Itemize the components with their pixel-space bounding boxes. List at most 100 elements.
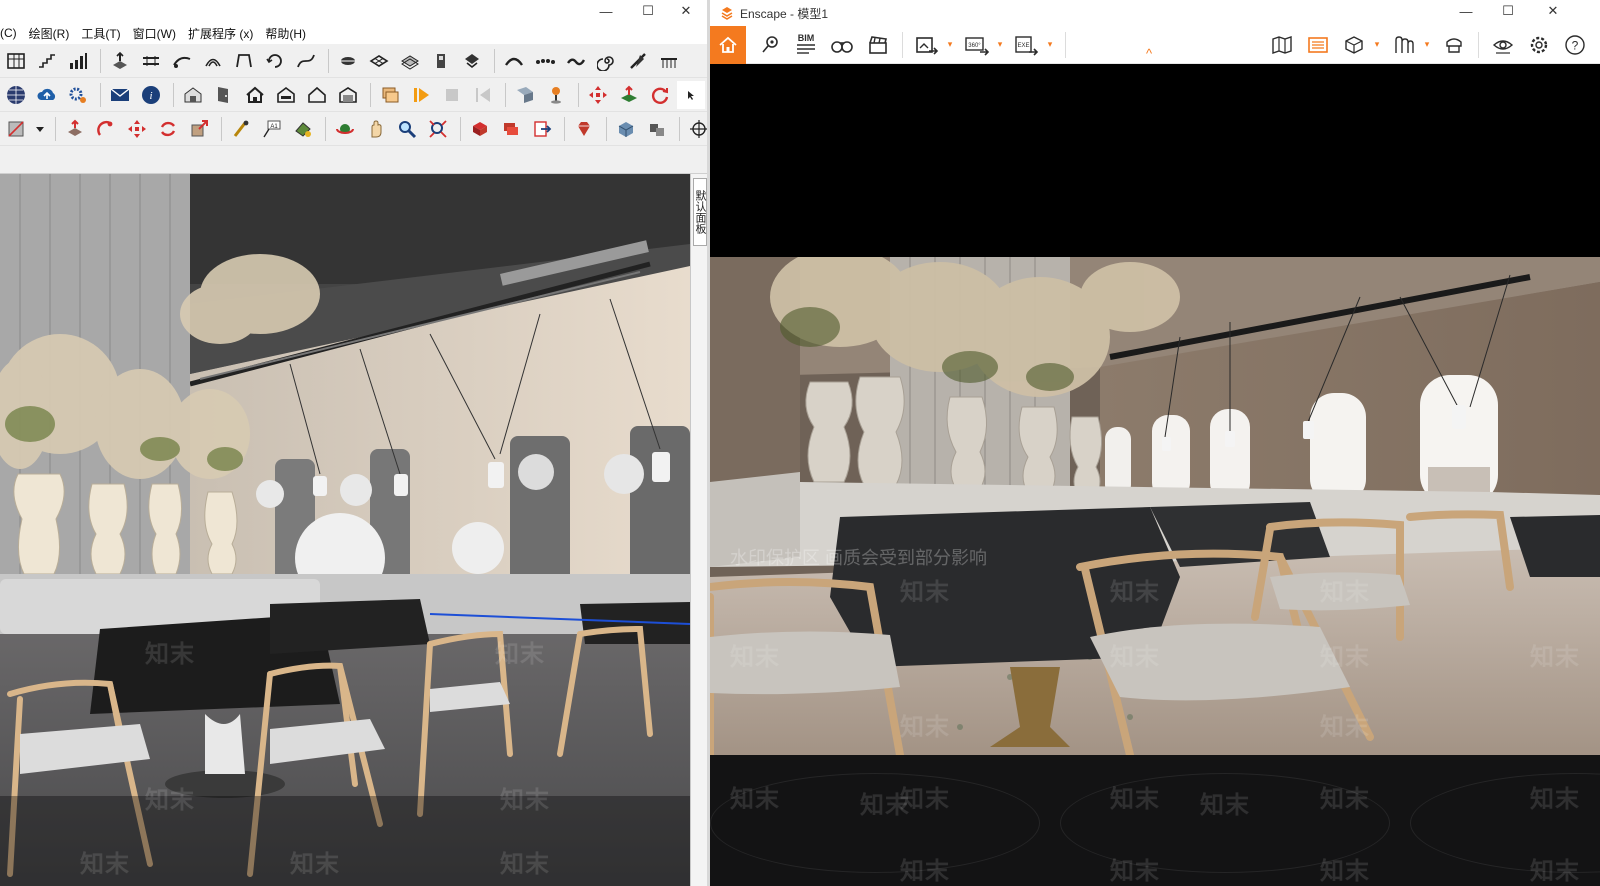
menu-tools[interactable]: 工具(T) — [81, 25, 120, 42]
rotate-icon[interactable] — [261, 47, 289, 75]
layer-move-icon[interactable] — [615, 81, 643, 109]
zoom-extents-icon[interactable] — [424, 115, 452, 143]
rewind-icon[interactable] — [469, 81, 497, 109]
cubes-icon[interactable] — [643, 115, 671, 143]
spiral-icon[interactable] — [593, 47, 621, 75]
panorama-360-icon[interactable]: 360° — [962, 30, 992, 60]
menu-edit[interactable]: (C) — [0, 26, 17, 40]
enscape-close-button[interactable]: ✕ — [1532, 0, 1574, 22]
grid-plane-icon[interactable] — [365, 47, 393, 75]
bim-list-icon[interactable]: BIM — [791, 30, 821, 60]
model-viewport[interactable]: 知末 知末 知末 知末 知末 知末 知末 — [0, 174, 690, 886]
export-icon[interactable] — [528, 115, 556, 143]
extrude-icon[interactable] — [427, 47, 455, 75]
maximize-button[interactable]: ☐ — [627, 0, 669, 22]
chevron-down-icon[interactable]: ▾ — [995, 39, 1005, 50]
materials-icon[interactable] — [1389, 30, 1419, 60]
wave-icon[interactable] — [562, 47, 590, 75]
chevron-down-icon[interactable]: ▾ — [1045, 39, 1055, 50]
house-outline-icon[interactable] — [303, 81, 331, 109]
mail-icon[interactable] — [106, 81, 134, 109]
animation-icon[interactable] — [376, 81, 404, 109]
exe-export-icon[interactable]: EXE — [1012, 30, 1042, 60]
paint-icon[interactable] — [289, 115, 317, 143]
cube-icon[interactable] — [612, 115, 640, 143]
shop-icon[interactable] — [272, 81, 300, 109]
comb-icon[interactable] — [655, 47, 683, 75]
enscape-render-view[interactable]: 水印保护区 画质会受到部分影响 知末 知末 知末 知末 知末 知末 知末 知末 … — [710, 257, 1600, 755]
info-icon[interactable]: i — [137, 81, 165, 109]
chevron-down-icon[interactable]: ▾ — [1372, 39, 1382, 50]
move-arrows-icon[interactable] — [123, 115, 151, 143]
enscape-minimize-button[interactable]: — — [1445, 0, 1487, 22]
menu-draw[interactable]: 绘图(R) — [29, 25, 70, 42]
location-icon[interactable] — [755, 30, 785, 60]
rail-icon[interactable] — [137, 47, 165, 75]
laser-icon[interactable] — [92, 115, 120, 143]
move-icon[interactable] — [584, 81, 612, 109]
door-icon[interactable] — [210, 81, 238, 109]
push-pull-icon[interactable] — [106, 47, 134, 75]
knife-icon[interactable] — [624, 47, 652, 75]
pan-icon[interactable] — [362, 115, 390, 143]
help-icon[interactable]: ? — [1560, 30, 1590, 60]
text-icon[interactable]: A1 — [258, 115, 286, 143]
house-icon[interactable] — [241, 81, 269, 109]
minimize-button[interactable]: — — [585, 0, 627, 22]
default-tray-label[interactable]: 默认面板 — [693, 178, 707, 246]
cube-view-icon[interactable] — [1339, 30, 1369, 60]
table-icon[interactable] — [2, 47, 30, 75]
close-button[interactable]: ✕ — [665, 0, 707, 22]
orbit-icon[interactable] — [331, 115, 359, 143]
arc-icon[interactable] — [230, 47, 258, 75]
clapperboard-icon[interactable] — [863, 30, 893, 60]
bend-icon[interactable] — [292, 47, 320, 75]
settings-gear-icon[interactable] — [1524, 30, 1554, 60]
rotate-arrows-icon[interactable] — [154, 115, 182, 143]
chevron-down-icon[interactable]: ▾ — [1422, 39, 1432, 50]
play-icon[interactable] — [407, 81, 435, 109]
ruby-icon[interactable] — [570, 115, 598, 143]
warehouse-icon[interactable] — [179, 81, 207, 109]
stairs-icon[interactable] — [33, 47, 61, 75]
stop-icon[interactable] — [438, 81, 466, 109]
push-icon[interactable] — [61, 115, 89, 143]
cloud-upload-icon[interactable] — [33, 81, 61, 109]
garage-icon[interactable] — [334, 81, 362, 109]
curve-icon[interactable] — [500, 47, 528, 75]
pin-icon[interactable] — [542, 81, 570, 109]
zoom-icon[interactable] — [393, 115, 421, 143]
default-tray-panel[interactable]: 默认面板 — [690, 174, 707, 886]
home-icon[interactable] — [710, 25, 746, 64]
loft-icon[interactable] — [458, 47, 486, 75]
dropdown-icon[interactable] — [33, 115, 47, 143]
sphere-icon[interactable] — [2, 81, 30, 109]
follow-path-icon[interactable] — [168, 47, 196, 75]
menu-window[interactable]: 窗口(W) — [133, 25, 176, 42]
scale-icon[interactable] — [185, 115, 213, 143]
enscape-maximize-button[interactable]: ☐ — [1487, 0, 1529, 22]
scatter-icon[interactable] — [396, 47, 424, 75]
tape-icon[interactable] — [227, 115, 255, 143]
binoculars-icon[interactable] — [827, 30, 857, 60]
pointer-icon[interactable] — [677, 80, 705, 109]
bar-chart-icon[interactable] — [64, 47, 92, 75]
chevron-down-icon[interactable]: ▾ — [945, 39, 955, 50]
dots-icon[interactable] — [531, 47, 559, 75]
offset-icon[interactable] — [199, 47, 227, 75]
collapse-toolbar-icon[interactable]: ^ — [1146, 46, 1152, 61]
scene-icon[interactable] — [511, 81, 539, 109]
settings-icon[interactable] — [64, 81, 92, 109]
menu-extensions[interactable]: 扩展程序 (x) — [188, 25, 253, 42]
map-icon[interactable] — [1267, 30, 1297, 60]
screenshot-export-icon[interactable] — [912, 30, 942, 60]
component-icon[interactable] — [466, 115, 494, 143]
menu-help[interactable]: 帮助(H) — [265, 25, 306, 42]
eye-icon[interactable] — [1488, 30, 1518, 60]
crosshair-icon[interactable] — [685, 115, 707, 143]
circle-tool-icon[interactable] — [334, 47, 362, 75]
section-icon[interactable] — [2, 115, 30, 143]
asset-icon[interactable] — [1439, 30, 1469, 60]
refresh-icon[interactable] — [646, 81, 674, 109]
stack-icon[interactable] — [497, 115, 525, 143]
